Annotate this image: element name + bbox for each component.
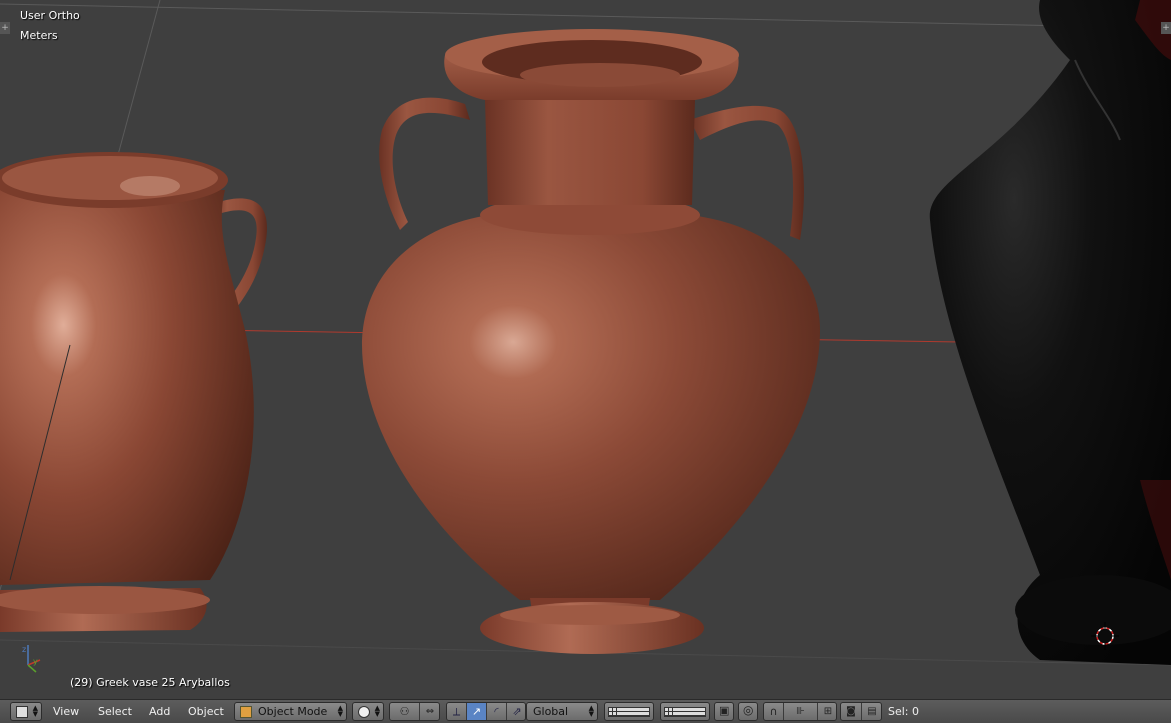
snap-element-selector[interactable]: ⊪ — [784, 703, 818, 720]
units-label: Meters — [20, 29, 58, 42]
svg-text:z: z — [22, 645, 26, 654]
proportional-edit-button[interactable]: ◎ — [738, 702, 758, 721]
snap-increment-icon: ⊪ — [796, 706, 805, 717]
mode-selector-label: Object Mode — [258, 705, 328, 718]
viewport-shading-button[interactable]: ▲ ▼ — [352, 702, 384, 721]
clapper-icon: ▤ — [867, 706, 877, 717]
orientation-label: Global — [533, 705, 569, 718]
lock-camera-button[interactable]: ▣ — [714, 702, 734, 721]
opengl-render-image-button[interactable]: ◙ — [841, 703, 862, 720]
axes-icon: ⟂ — [452, 704, 461, 718]
align-icon: ⇔ — [425, 706, 435, 717]
manipulator-group: ⟂ ↗ ◜ ⇗ — [446, 702, 526, 721]
menu-add[interactable]: Add — [149, 705, 170, 718]
rotate-icon: ◜ — [494, 705, 499, 718]
camera-icon: ◙ — [846, 706, 856, 717]
lock-icon: ▣ — [719, 704, 730, 717]
layer-grid-icon — [608, 706, 650, 717]
toolshelf-toggle-icon[interactable]: + — [0, 22, 10, 34]
mode-selector[interactable]: Object Mode ▲ ▼ — [234, 702, 347, 721]
manipulator-toggle[interactable]: ⟂ — [447, 703, 467, 720]
snap-toggle[interactable]: ∩ — [764, 703, 784, 720]
layers-block-1[interactable] — [604, 702, 654, 721]
properties-toggle-icon[interactable]: + — [1161, 22, 1171, 34]
object-mode-icon — [240, 706, 252, 718]
selection-count: Sel: 0 — [888, 705, 920, 718]
transform-orientation-selector[interactable]: Global ▲ ▼ — [526, 702, 598, 721]
layers-block-2[interactable] — [660, 702, 710, 721]
proportional-edit-icon: ◎ — [743, 703, 754, 717]
active-object-label: (29) Greek vase 25 Aryballos — [70, 676, 230, 689]
scale-manipulator[interactable]: ⇗ — [507, 703, 527, 720]
chevron-updown-icon: ▲ ▼ — [337, 704, 343, 718]
scale-icon: ⇗ — [512, 705, 522, 718]
3d-view-icon — [16, 706, 28, 718]
pivot-point-icon: ⚇ — [399, 705, 410, 718]
axis-gizmo: z y — [22, 645, 41, 673]
3d-view-header: ▲ ▼ View Select Add Object Object Mode ▲ ▼… — [0, 699, 1171, 723]
opengl-render-animation-button[interactable]: ▤ — [862, 703, 882, 720]
chevron-updown-icon: ▲ ▼ — [588, 704, 594, 718]
chevron-updown-icon: ▲ ▼ — [374, 704, 380, 718]
snap-target-button[interactable]: ⊞ — [818, 703, 838, 720]
right-black-vase[interactable] — [929, 0, 1171, 665]
solid-sphere-icon — [358, 706, 370, 718]
menu-view[interactable]: View — [53, 705, 79, 718]
center-amphora[interactable] — [361, 29, 820, 654]
rotate-manipulator[interactable]: ◜ — [487, 703, 507, 720]
pivot-point-group: ⚇ ⇔ — [389, 702, 440, 721]
3d-viewport[interactable]: z y + + User Ortho Meters (29) Greek vas… — [0, 0, 1171, 699]
editor-type-button[interactable]: ▲ ▼ — [10, 702, 42, 721]
pivot-align-button[interactable]: ⇔ — [420, 703, 440, 720]
magnet-icon: ∩ — [769, 705, 778, 718]
chevron-updown-icon: ▲ ▼ — [32, 704, 38, 718]
translate-icon: ↗ — [471, 705, 482, 718]
render-group: ◙ ▤ — [840, 702, 882, 721]
view-name-label: User Ortho — [20, 9, 80, 22]
snap-target-icon: ⊞ — [823, 706, 833, 717]
menu-object[interactable]: Object — [188, 705, 224, 718]
pivot-point-button[interactable]: ⚇ — [390, 703, 420, 720]
scene-canvas[interactable]: z y — [0, 0, 1171, 699]
layer-grid-icon — [664, 706, 706, 717]
svg-text:y: y — [33, 657, 38, 666]
translate-manipulator[interactable]: ↗ — [467, 703, 487, 720]
snapping-group: ∩ ⊪ ⊞ — [763, 702, 837, 721]
grid-line — [0, 3, 1171, 29]
menu-select[interactable]: Select — [98, 705, 132, 718]
left-vase[interactable] — [0, 152, 267, 632]
